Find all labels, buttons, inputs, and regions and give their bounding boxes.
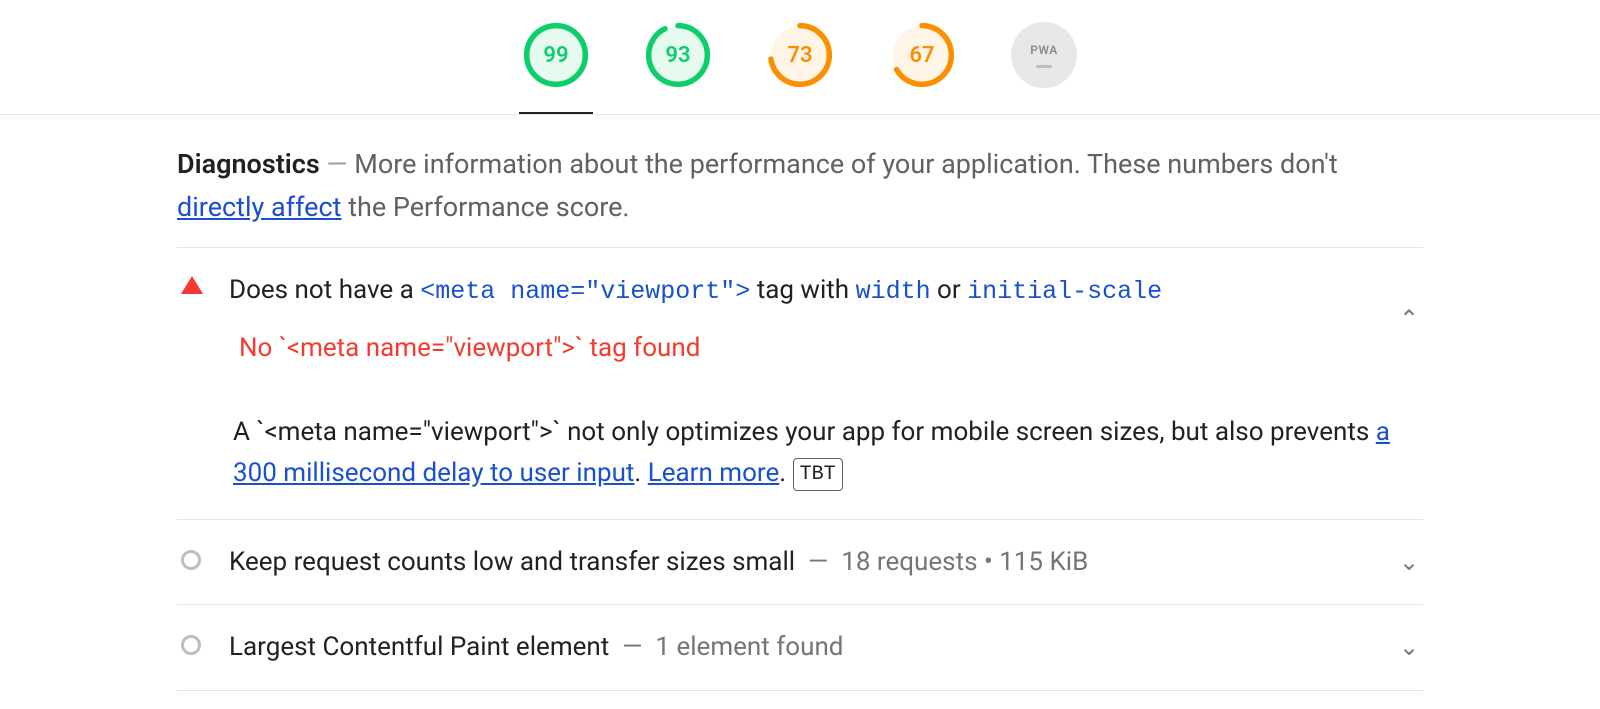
diagnostics-section: Diagnostics — More information about the…	[177, 143, 1423, 709]
score-gauge-best-practices[interactable]: 73	[767, 22, 833, 88]
diagnostics-header: Diagnostics — More information about the…	[177, 143, 1423, 248]
fail-triangle-icon	[181, 276, 205, 294]
chevron-up-icon: ⌃	[1399, 305, 1423, 333]
score-gauge-seo[interactable]: 67	[889, 22, 955, 88]
audit-lcp-toggle[interactable]: Largest Contentful Paint element — 1 ele…	[181, 627, 1423, 667]
diagnostics-lead-before: More information about the performance o…	[354, 148, 1337, 180]
audit-requests-title: Keep request counts low and transfer siz…	[229, 547, 795, 577]
learn-more-link[interactable]: Learn more	[648, 458, 780, 488]
audit-requests: Keep request counts low and transfer siz…	[177, 520, 1423, 605]
audit-viewport-title: Does not have a <meta name="viewport"> t…	[229, 270, 1375, 312]
pwa-dash-icon	[1036, 65, 1052, 68]
audit-viewport-body: A `<meta name="viewport">` not only opti…	[233, 412, 1423, 493]
active-tab-underline	[519, 112, 593, 114]
neutral-circle-icon	[181, 633, 205, 655]
directly-affect-link[interactable]: directly affect	[177, 191, 341, 223]
score-bar: 99 93 73 67 PWA	[0, 0, 1600, 115]
score-value: 67	[909, 43, 934, 68]
score-gauge-pwa[interactable]: PWA	[1011, 22, 1077, 88]
audit-lcp: Largest Contentful Paint element — 1 ele…	[177, 605, 1423, 690]
chevron-down-icon: ⌄	[1399, 548, 1423, 576]
audit-requests-toggle[interactable]: Keep request counts low and transfer siz…	[181, 542, 1423, 582]
audit-viewport-toggle[interactable]: Does not have a <meta name="viewport"> t…	[181, 270, 1423, 368]
score-value: 73	[787, 43, 812, 68]
score-gauge-accessibility[interactable]: 93	[645, 22, 711, 88]
neutral-circle-icon	[181, 548, 205, 570]
score-value: 93	[665, 43, 690, 68]
score-gauge-performance[interactable]: 99	[523, 22, 589, 88]
audit-lcp-title: Largest Contentful Paint element	[229, 632, 609, 662]
audit-viewport: Does not have a <meta name="viewport"> t…	[177, 248, 1423, 520]
audit-lcp-summary: 1 element found	[655, 632, 843, 662]
diagnostics-title: Diagnostics	[177, 148, 320, 180]
audit-viewport-error: No `<meta name="viewport">` tag found	[229, 328, 1375, 368]
score-value: 99	[543, 43, 568, 68]
pwa-label: PWA	[1030, 43, 1058, 57]
audit-requests-summary: 18 requests • 115 KiB	[841, 547, 1088, 577]
diagnostics-lead-after: the Performance score.	[341, 191, 629, 223]
chevron-down-icon: ⌄	[1399, 633, 1423, 661]
tbt-chip: TBT	[793, 458, 843, 491]
